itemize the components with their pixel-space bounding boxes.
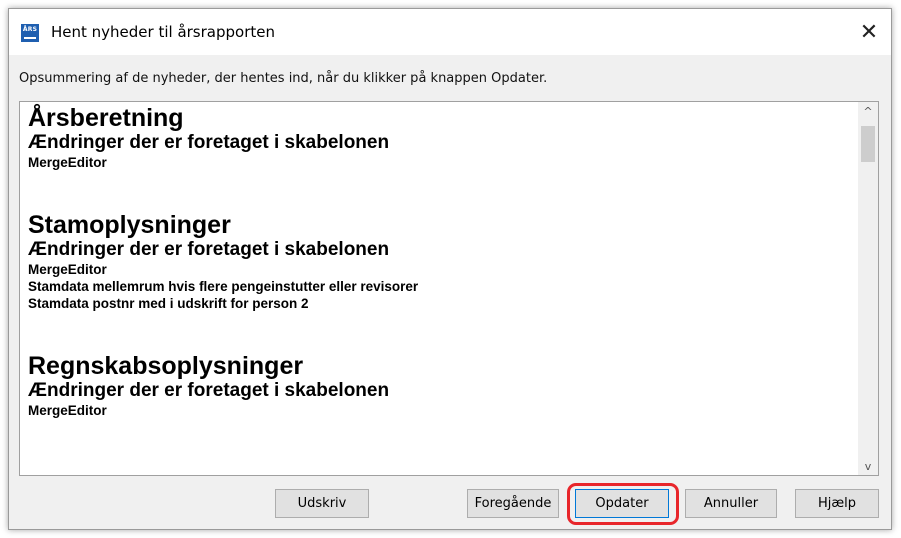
close-icon[interactable]: ✕ <box>847 9 891 55</box>
section-title: Årsberetning <box>28 104 184 132</box>
news-item: MergeEditor <box>28 403 107 418</box>
news-item: MergeEditor <box>28 262 107 277</box>
title-bar: ÅRS Hent nyheder til årsrapporten ✕ <box>9 9 891 55</box>
news-content-box[interactable]: Årsberetning Ændringer der er foretaget … <box>19 101 879 476</box>
section-subtitle: Ændringer der er foretaget i skabelonen <box>28 380 390 401</box>
previous-button[interactable]: Foregående <box>467 489 559 518</box>
ars-app-icon: ÅRS <box>21 24 39 42</box>
section-subtitle: Ændringer der er foretaget i skabelonen <box>28 132 390 153</box>
help-button[interactable]: Hjælp <box>795 489 879 518</box>
news-item: MergeEditor <box>28 155 107 170</box>
window-title: Hent nyheder til årsrapporten <box>51 23 275 41</box>
section-subtitle: Ændringer der er foretaget i skabelonen <box>28 239 390 260</box>
news-list: Årsberetning Ændringer der er foretaget … <box>28 104 852 443</box>
app-icon-text: ÅRS <box>22 26 38 33</box>
vertical-scrollbar[interactable]: ^ v <box>858 102 878 475</box>
update-button[interactable]: Opdater <box>575 489 669 518</box>
scroll-down-icon[interactable]: v <box>858 457 878 475</box>
news-item: Stamdata mellemrum hvis flere pengeinstu… <box>28 279 419 294</box>
news-section: Stamoplysninger Ændringer der er foretag… <box>28 211 852 312</box>
news-section: Årsberetning Ændringer der er foretaget … <box>28 104 852 171</box>
news-section: Regnskabsoplysninger Ændringer der er fo… <box>28 352 852 419</box>
print-button[interactable]: Udskriv <box>275 489 369 518</box>
scroll-thumb[interactable] <box>861 126 875 162</box>
summary-label: Opsummering af de nyheder, der hentes in… <box>19 71 548 86</box>
section-title: Stamoplysninger <box>28 211 231 239</box>
section-title: Regnskabsoplysninger <box>28 352 304 380</box>
news-item: Stamdata postnr med i udskrift for perso… <box>28 296 309 311</box>
update-news-dialog: ÅRS Hent nyheder til årsrapporten ✕ Opsu… <box>8 8 892 530</box>
cancel-button[interactable]: Annuller <box>685 489 777 518</box>
scroll-up-icon[interactable]: ^ <box>858 102 878 120</box>
